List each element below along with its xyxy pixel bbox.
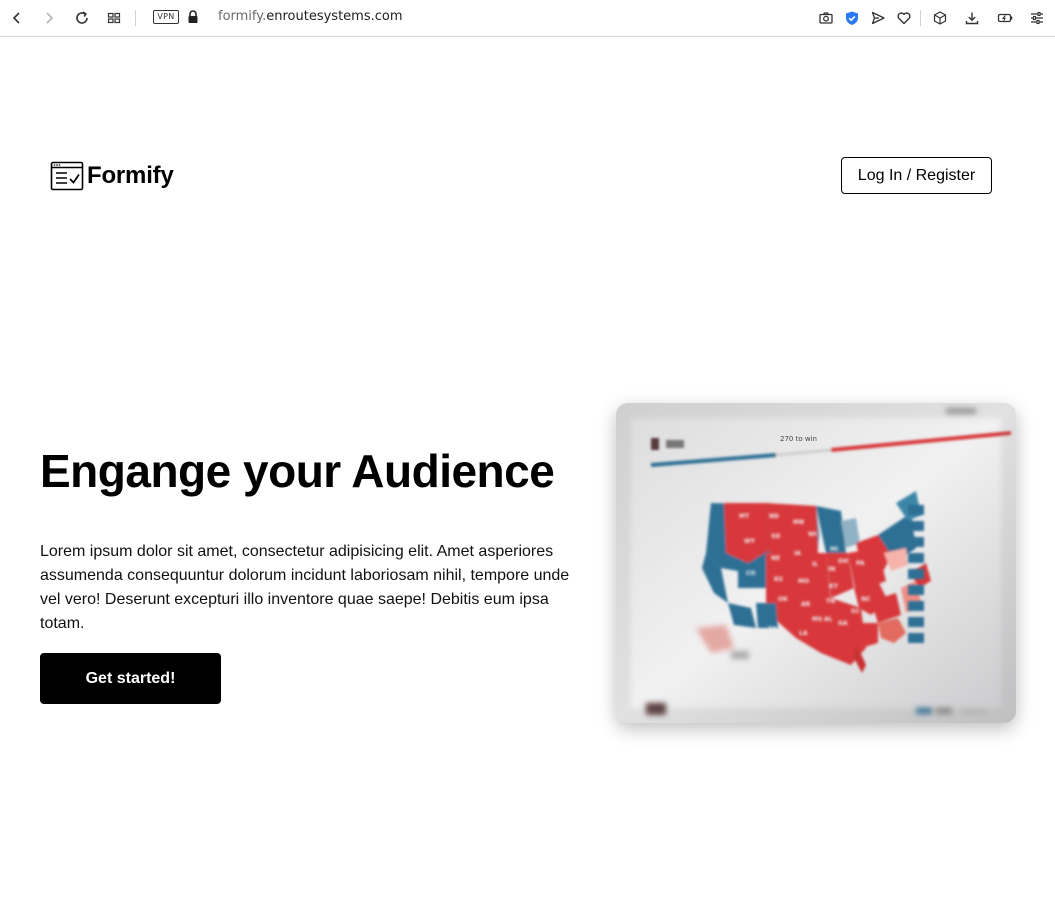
svg-text:PA: PA [856,560,865,567]
hero-description: Lorem ipsum dolor sit amet, consectetur … [40,543,570,632]
svg-text:LA: LA [799,630,808,637]
download-icon[interactable] [961,7,983,29]
svg-text:GA: GA [838,620,848,627]
login-register-button[interactable]: Log In / Register [841,157,992,194]
svg-text:NE: NE [771,555,780,562]
svg-text:WI: WI [808,531,817,538]
reload-icon[interactable] [71,7,93,29]
battery-icon[interactable] [994,7,1016,29]
svg-text:AR: AR [801,601,811,608]
brand-logo[interactable]: Formify [50,161,174,191]
tabs-grid-icon[interactable] [103,7,125,29]
heart-icon[interactable] [893,7,915,29]
svg-text:SC: SC [851,608,860,615]
forward-icon[interactable] [38,7,60,29]
send-icon[interactable] [867,7,889,29]
svg-text:MO: MO [798,578,809,585]
settings-sliders-icon[interactable] [1026,7,1048,29]
svg-text:MI: MI [830,546,838,553]
svg-text:IL: IL [812,561,818,568]
svg-text:IN: IN [828,566,835,573]
lock-icon[interactable] [186,9,200,25]
brand-name: Formify [87,162,174,189]
svg-text:ND: ND [769,513,779,520]
url-domain: enroutesystems.com [266,9,403,24]
form-check-icon [50,161,84,191]
back-icon[interactable] [6,7,28,29]
camera-icon[interactable] [815,7,837,29]
browser-toolbar: VPN formify.enroutesystems.com [0,0,1055,37]
svg-text:MS: MS [812,616,822,623]
svg-text:KY: KY [829,583,839,590]
get-started-button[interactable]: Get started! [40,653,221,704]
svg-text:SD: SD [771,533,780,540]
svg-text:AL: AL [824,616,833,623]
toolbar-divider [135,10,136,26]
svg-text:WY: WY [744,538,756,545]
election-map-image: 270 to win MT ND MN WY SD WI NE IA MI CO… [616,403,1016,723]
image-caption: 270 to win [780,435,817,443]
svg-text:TX: TX [768,626,777,633]
svg-text:MN: MN [793,519,804,526]
svg-text:CO: CO [746,570,756,577]
address-bar[interactable]: formify.enroutesystems.com [218,9,403,24]
svg-text:NC: NC [861,596,871,603]
svg-text:OH: OH [838,558,848,565]
shield-icon[interactable] [841,7,863,29]
hero-title: Engange your Audience [40,445,555,497]
svg-text:TN: TN [826,598,835,605]
svg-text:MT: MT [739,513,750,520]
toolbar-divider [920,10,921,26]
svg-text:IA: IA [794,550,801,557]
cube-icon[interactable] [929,7,951,29]
vpn-badge[interactable]: VPN [153,10,179,24]
url-subdomain: formify. [218,9,267,24]
svg-text:OK: OK [778,596,788,603]
svg-text:KS: KS [774,576,783,583]
